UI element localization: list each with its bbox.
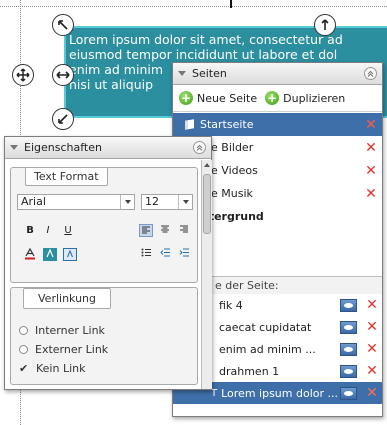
properties-panel-header[interactable]: Eigenschaften [5, 137, 211, 159]
link-group-title: Verlinkung [23, 288, 112, 309]
visibility-eye-icon[interactable] [340, 342, 357, 356]
duplicate-button[interactable]: + Duplizieren [265, 91, 345, 105]
properties-panel: Eigenschaften Text Format Arial 12 B I U [4, 136, 212, 390]
external-link-option[interactable]: Externer Link [19, 343, 108, 356]
new-page-label: Neue Seite [197, 91, 258, 105]
delete-x-icon[interactable]: ✕ [360, 163, 382, 179]
delete-x-icon[interactable]: ✕ [360, 117, 382, 133]
scroll-thumb[interactable] [203, 174, 211, 234]
bullet-list-icon[interactable] [139, 248, 153, 261]
delete-x-icon[interactable]: ✕ [362, 385, 382, 401]
checkmark-icon[interactable]: ✔ [19, 363, 29, 374]
visibility-eye-icon[interactable] [340, 320, 357, 334]
font-size-value: 12 [145, 195, 159, 208]
font-family-value: Arial [21, 195, 46, 208]
font-size-select[interactable]: 12 [141, 194, 193, 210]
background-color-icon[interactable] [63, 248, 77, 261]
indent-icon[interactable] [177, 248, 191, 261]
underline-button[interactable]: U [61, 224, 75, 237]
text-format-group: Text Format Arial 12 B I U [10, 167, 198, 283]
visibility-eye-icon[interactable] [340, 364, 357, 378]
internal-link-option[interactable]: Interner Link [19, 324, 105, 337]
delete-x-icon[interactable]: ✕ [362, 341, 382, 357]
page-label: Startseite [200, 118, 254, 131]
pages-panel-title: Seiten [192, 67, 227, 80]
rotate-top-left-handle-icon[interactable] [52, 14, 74, 36]
panel-minimize-icon[interactable] [364, 67, 377, 80]
plus-icon: + [179, 91, 193, 105]
highlight-color-icon[interactable] [43, 248, 57, 261]
no-link-label: Kein Link [36, 362, 86, 375]
bold-button[interactable]: B [23, 224, 37, 237]
visibility-eye-icon[interactable] [340, 298, 357, 312]
properties-panel-title: Eigenschaften [24, 141, 102, 154]
panel-minimize-icon[interactable] [193, 141, 206, 154]
dropdown-arrow-icon [120, 195, 134, 209]
duplicate-label: Duplizieren [283, 91, 346, 105]
align-right-icon[interactable] [177, 224, 191, 237]
align-center-icon[interactable] [158, 224, 172, 237]
italic-button[interactable]: I [41, 224, 55, 237]
collapse-triangle-icon[interactable] [10, 145, 18, 150]
scroll-up-arrow-icon[interactable] [202, 160, 212, 170]
collapse-triangle-icon[interactable] [178, 71, 186, 76]
outdent-icon[interactable] [158, 248, 172, 261]
delete-x-icon[interactable]: ✕ [360, 186, 382, 202]
delete-x-icon[interactable]: ✕ [360, 140, 382, 156]
link-group: Verlinkung Interner Link Externer Link ✔… [10, 287, 198, 385]
radio-button[interactable] [19, 345, 28, 354]
background-label: ntergrund [201, 210, 264, 223]
delete-x-icon[interactable]: ✕ [362, 363, 382, 379]
move-handle-icon[interactable] [12, 64, 34, 86]
text-line: eiusmod tempor incididunt ut labore et d… [69, 47, 338, 62]
font-family-select[interactable]: Arial [17, 194, 135, 210]
pages-toolbar: + Neue Seite + Duplizieren [173, 85, 382, 112]
align-left-icon[interactable] [139, 224, 153, 237]
element-label: Lorem ipsum dolor ... [221, 386, 338, 400]
resize-bottom-left-handle-icon[interactable] [52, 108, 74, 130]
text-line: Lorem ipsum dolor sit amet, consectetur … [69, 32, 343, 47]
visibility-eye-icon[interactable] [340, 386, 357, 400]
radio-button[interactable] [19, 326, 28, 335]
horizontal-guide-line [0, 6, 387, 7]
no-link-option[interactable]: ✔ Kein Link [19, 362, 85, 375]
text-format-title: Text Format [25, 167, 108, 186]
new-page-button[interactable]: + Neue Seite [179, 91, 257, 105]
properties-scrollbar[interactable] [201, 160, 212, 389]
dropdown-arrow-icon [178, 195, 192, 209]
plus-icon: + [265, 91, 280, 105]
external-link-label: Externer Link [35, 343, 109, 356]
delete-x-icon[interactable]: ✕ [362, 297, 382, 313]
rotate-top-handle-icon[interactable] [314, 14, 336, 36]
resize-horizontal-handle-icon[interactable] [52, 64, 74, 86]
internal-link-label: Interner Link [35, 324, 105, 337]
text-color-icon[interactable] [23, 247, 37, 261]
text-insertion-marker [230, 0, 232, 8]
page-item-startseite[interactable]: Startseite ✕ [173, 113, 382, 136]
pages-panel-header[interactable]: Seiten [173, 63, 382, 85]
delete-x-icon[interactable]: ✕ [362, 319, 382, 335]
page-icon [185, 119, 194, 130]
